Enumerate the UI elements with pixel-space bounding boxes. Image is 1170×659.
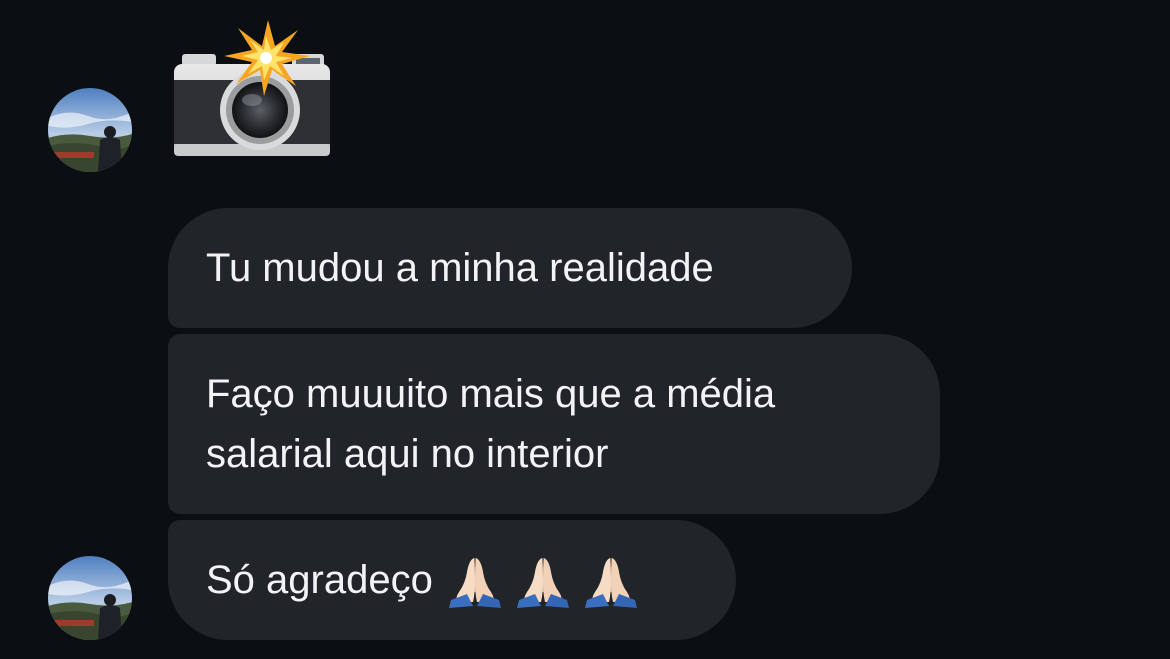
folded-hands-icon bbox=[445, 550, 505, 610]
message-text: Tu mudou a minha realidade bbox=[206, 246, 714, 290]
chat-thread: Tu mudou a minha realidade Faço muuuito … bbox=[0, 0, 1170, 659]
folded-hands-icon bbox=[513, 550, 573, 610]
sender-avatar[interactable] bbox=[48, 556, 132, 640]
message-text: Faço muuuito mais que a média bbox=[206, 372, 776, 416]
message-bubble[interactable]: Tu mudou a minha realidade bbox=[168, 208, 852, 328]
sender-avatar[interactable] bbox=[48, 88, 132, 172]
avatar-photo-icon bbox=[48, 556, 132, 640]
message-bubble[interactable]: Só agradeço bbox=[168, 520, 736, 640]
message-text: salarial aqui no interior bbox=[206, 432, 609, 476]
message-text: Só agradeço bbox=[206, 558, 433, 602]
message-bubble[interactable]: Faço muuuito mais que a média salarial a… bbox=[168, 334, 940, 514]
camera-flash-icon bbox=[174, 20, 330, 156]
camera-flash-sticker[interactable] bbox=[172, 20, 332, 160]
folded-hands-icon bbox=[581, 550, 641, 610]
emoji-group bbox=[445, 550, 649, 610]
avatar-photo-icon bbox=[48, 88, 132, 172]
